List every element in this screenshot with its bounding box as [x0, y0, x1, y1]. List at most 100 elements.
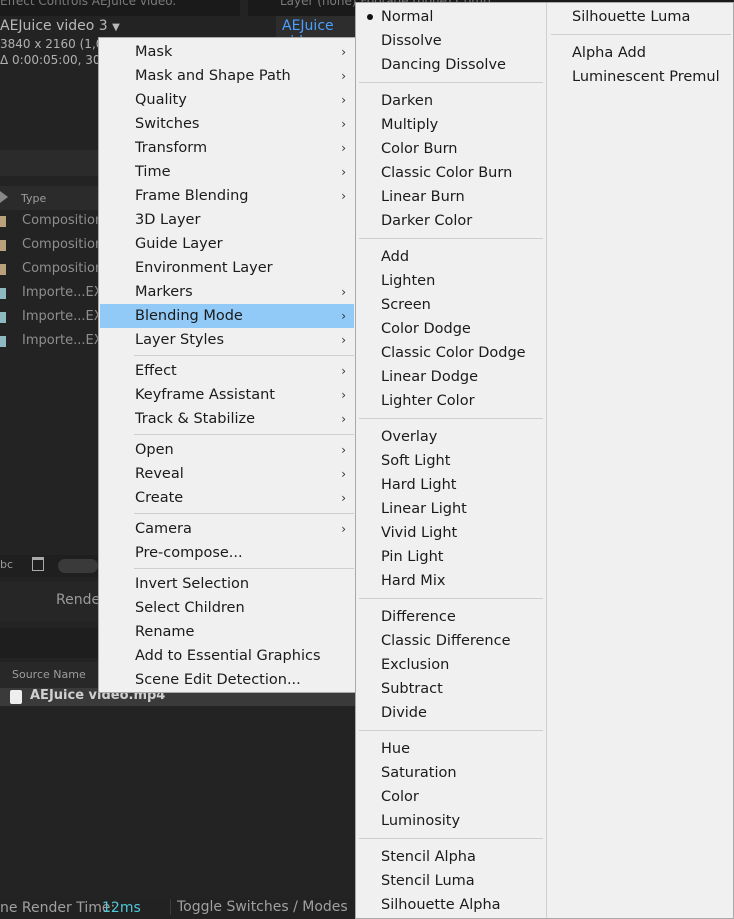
menu-item-layer-styles[interactable]: Layer Styles › — [100, 328, 354, 352]
blend-mode-hard-light[interactable]: Hard Light — [356, 473, 542, 497]
menu-item-scene-edit-detection[interactable]: Scene Edit Detection... — [100, 668, 354, 692]
blend-mode-silhouette-luma[interactable]: Silhouette Luma — [548, 5, 732, 29]
blend-mode-multiply[interactable]: Multiply — [356, 113, 542, 137]
blend-mode-hue[interactable]: Hue — [356, 737, 542, 761]
blend-mode-label: Normal — [381, 9, 434, 25]
label-color-swatch — [0, 312, 6, 323]
menu-item-frame-blending[interactable]: Frame Blending › — [100, 184, 354, 208]
menu-item-time[interactable]: Time › — [100, 160, 354, 184]
menu-item-label: Quality — [135, 92, 187, 108]
menu-item-environment-layer[interactable]: Environment Layer — [100, 256, 354, 280]
timeline-header: Source Name — [0, 662, 100, 688]
blend-mode-divide[interactable]: Divide — [356, 701, 542, 725]
blend-mode-linear-light[interactable]: Linear Light — [356, 497, 542, 521]
blend-mode-linear-burn[interactable]: Linear Burn — [356, 185, 542, 209]
blend-mode-lighter-color[interactable]: Lighter Color — [356, 389, 542, 413]
menu-separator — [359, 418, 543, 419]
effect-controls-tab-label: Effect Controls AEJuice video. — [0, 0, 177, 8]
chevron-right-icon: › — [341, 333, 346, 347]
project-item-row[interactable]: Importe...EX — [0, 282, 103, 306]
menu-item-quality[interactable]: Quality › — [100, 88, 354, 112]
menu-item-rename[interactable]: Rename — [100, 620, 354, 644]
blend-mode-classic-difference[interactable]: Classic Difference — [356, 629, 542, 653]
trash-icon[interactable] — [32, 557, 44, 571]
search-bar[interactable] — [0, 150, 100, 176]
blend-mode-classic-color-burn[interactable]: Classic Color Burn — [356, 161, 542, 185]
blend-mode-overlay[interactable]: Overlay — [356, 425, 542, 449]
menu-item-invert-selection[interactable]: Invert Selection — [100, 572, 354, 596]
blend-mode-soft-light[interactable]: Soft Light — [356, 449, 542, 473]
blend-mode-color-dodge[interactable]: Color Dodge — [356, 317, 542, 341]
menu-item-effect[interactable]: Effect › — [100, 359, 354, 383]
blend-mode-dancing-dissolve[interactable]: Dancing Dissolve — [356, 53, 542, 77]
render-queue-tab[interactable]: Render — [0, 582, 106, 622]
blend-mode-classic-color-dodge[interactable]: Classic Color Dodge — [356, 341, 542, 365]
type-column-header[interactable]: Type — [0, 186, 100, 210]
blend-mode-hard-mix[interactable]: Hard Mix — [356, 569, 542, 593]
source-name-header[interactable]: Source Name — [12, 668, 86, 681]
menu-item-blending-mode[interactable]: Blending Mode › — [100, 304, 354, 328]
blend-mode-exclusion[interactable]: Exclusion — [356, 653, 542, 677]
blend-mode-add[interactable]: Add — [356, 245, 542, 269]
project-comp-title[interactable]: AEJuice video 3 ▼ — [0, 18, 120, 34]
blend-mode-difference[interactable]: Difference — [356, 605, 542, 629]
blend-mode-lighten[interactable]: Lighten — [356, 269, 542, 293]
blend-mode-saturation[interactable]: Saturation — [356, 761, 542, 785]
blend-mode-luminosity[interactable]: Luminosity — [356, 809, 542, 833]
blend-mode-subtract[interactable]: Subtract — [356, 677, 542, 701]
menu-item-camera[interactable]: Camera › — [100, 517, 354, 541]
blend-mode-darken[interactable]: Darken — [356, 89, 542, 113]
blend-mode-vivid-light[interactable]: Vivid Light — [356, 521, 542, 545]
blend-mode-label: Hue — [381, 741, 411, 757]
menu-item-add-to-essential-graphics[interactable]: Add to Essential Graphics — [100, 644, 354, 668]
menu-item-mask[interactable]: Mask › — [100, 40, 354, 64]
label-color-swatch — [0, 264, 6, 275]
comp-tab[interactable]: AEJuice vide — [276, 16, 358, 50]
project-item-row[interactable]: Importe...EX — [0, 306, 103, 330]
blend-mode-luminescent-premul[interactable]: Luminescent Premul — [548, 65, 732, 89]
project-item-row[interactable]: Importe...EX — [0, 330, 103, 354]
blend-mode-stencil-alpha[interactable]: Stencil Alpha — [356, 845, 542, 869]
menu-item-track-stabilize[interactable]: Track & Stabilize › — [100, 407, 354, 431]
scroll-track[interactable] — [58, 559, 98, 573]
bpc-label[interactable]: bc — [0, 558, 13, 571]
menu-item-3d-layer[interactable]: 3D Layer — [100, 208, 354, 232]
project-item-row[interactable]: Composition — [0, 234, 103, 258]
label-color-swatch — [0, 240, 6, 251]
toggle-switches-modes[interactable]: Toggle Switches / Modes — [170, 899, 348, 915]
blend-mode-label: Screen — [381, 297, 431, 313]
blend-mode-darker-color[interactable]: Darker Color — [356, 209, 542, 233]
menu-item-select-children[interactable]: Select Children — [100, 596, 354, 620]
blend-mode-pin-light[interactable]: Pin Light — [356, 545, 542, 569]
menu-item-create[interactable]: Create › — [100, 486, 354, 510]
project-item-row[interactable]: Composition — [0, 210, 103, 234]
menu-item-label: Open — [135, 442, 174, 458]
chevron-down-icon: ▼ — [112, 22, 120, 33]
blend-mode-label: Color Dodge — [381, 321, 471, 337]
menu-separator — [551, 34, 731, 35]
blend-mode-stencil-luma[interactable]: Stencil Luma — [356, 869, 542, 893]
menu-item-keyframe-assistant[interactable]: Keyframe Assistant › — [100, 383, 354, 407]
menu-item-markers[interactable]: Markers › — [100, 280, 354, 304]
blend-mode-silhouette-alpha[interactable]: Silhouette Alpha — [356, 893, 542, 917]
blend-mode-linear-dodge[interactable]: Linear Dodge — [356, 365, 542, 389]
menu-separator — [359, 838, 543, 839]
menu-item-pre-compose[interactable]: Pre-compose... — [100, 541, 354, 565]
menu-item-switches[interactable]: Switches › — [100, 112, 354, 136]
blend-mode-alpha-add[interactable]: Alpha Add — [548, 41, 732, 65]
menu-item-guide-layer[interactable]: Guide Layer — [100, 232, 354, 256]
menu-item-transform[interactable]: Transform › — [100, 136, 354, 160]
video-visibility-icon[interactable] — [10, 690, 22, 704]
project-item-row[interactable]: Composition — [0, 258, 103, 282]
menu-item-mask-and-shape-path[interactable]: Mask and Shape Path › — [100, 64, 354, 88]
menu-item-open[interactable]: Open › — [100, 438, 354, 462]
blend-mode-dissolve[interactable]: Dissolve — [356, 29, 542, 53]
blend-mode-screen[interactable]: Screen — [356, 293, 542, 317]
blend-mode-normal[interactable]: Normal — [356, 5, 542, 29]
blend-mode-color-burn[interactable]: Color Burn — [356, 137, 542, 161]
blend-mode-color[interactable]: Color — [356, 785, 542, 809]
type-header-label: Type — [21, 192, 47, 205]
menu-item-label: Layer Styles — [135, 332, 225, 348]
effect-controls-tab[interactable]: Effect Controls AEJuice video. — [0, 0, 240, 16]
menu-item-reveal[interactable]: Reveal › — [100, 462, 354, 486]
